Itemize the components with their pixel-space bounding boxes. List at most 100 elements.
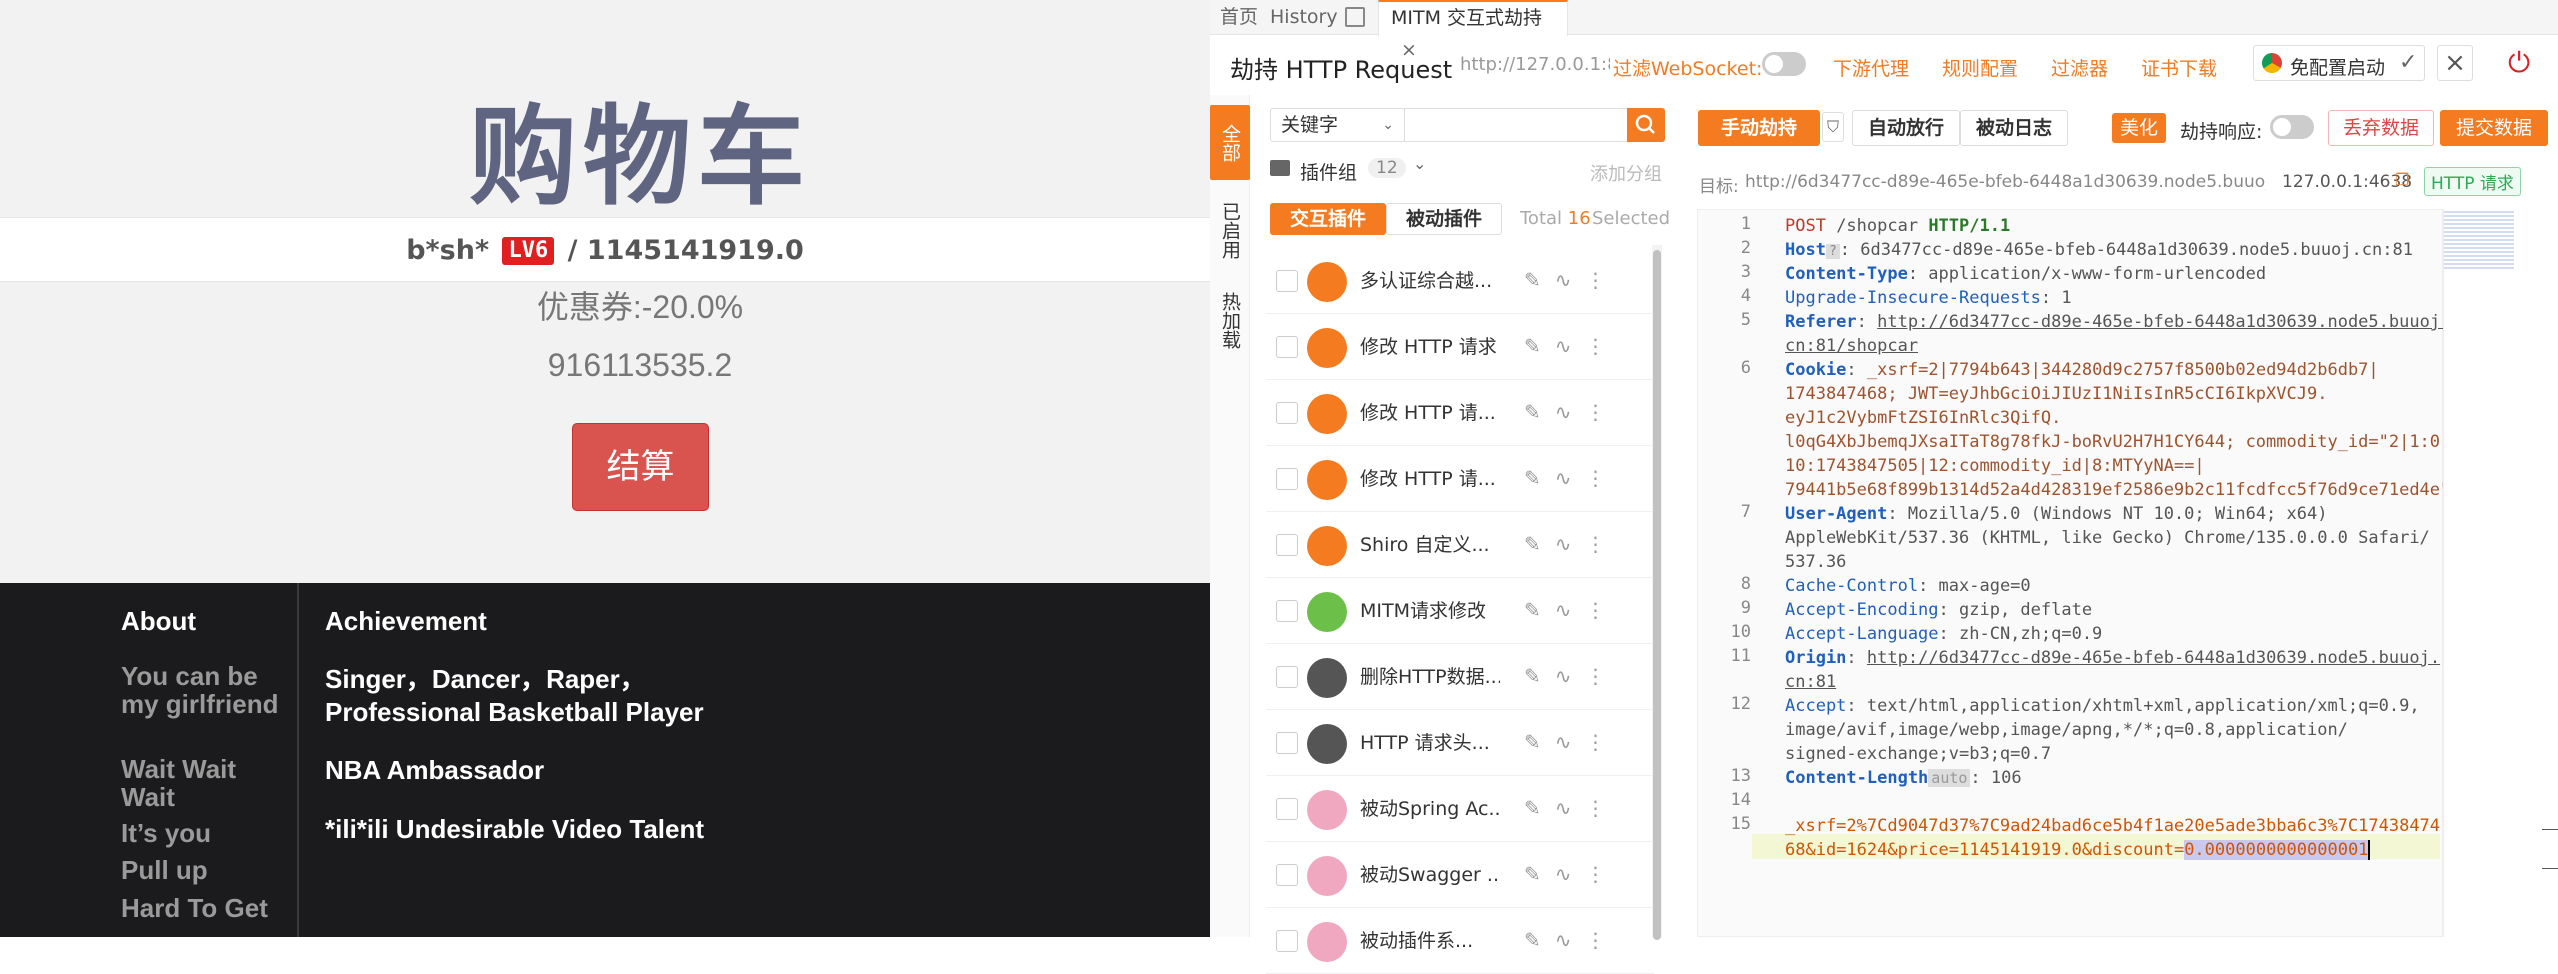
checkout-button[interactable]: 结算 [572, 423, 709, 511]
footer-link[interactable]: Hard To Get [121, 894, 268, 922]
keyword-input[interactable] [1404, 108, 1628, 142]
plugin-avatar-icon [1307, 592, 1347, 632]
rule-config-link[interactable]: 规则配置 [1942, 54, 2018, 81]
target-url: http://6d3477cc-d89e-465e-bfeb-6448a1d30… [1745, 172, 2265, 192]
manual-hijack-button[interactable]: 手动劫持 [1698, 110, 1820, 146]
plugin-item[interactable]: 删除HTTP数据... ✎∿⋮ [1266, 644, 1654, 710]
plugin-checkbox[interactable] [1276, 666, 1298, 688]
table-icon[interactable] [1345, 7, 1365, 27]
shield-icon[interactable]: ⛉ [1822, 112, 1844, 142]
footer-link[interactable]: Wait Wait Wait [121, 755, 281, 811]
search-button[interactable] [1627, 108, 1665, 142]
auto-release-button[interactable]: 自动放行 [1852, 110, 1960, 146]
line-number: 9 [1740, 598, 1751, 618]
add-group-link[interactable]: 添加分组 [1590, 160, 1662, 186]
power-icon[interactable]: ⏻ [2508, 46, 2530, 80]
plugin-actions-icon[interactable]: ✎∿⋮ [1524, 598, 1620, 622]
plugin-checkbox[interactable] [1276, 402, 1298, 424]
submit-data-button[interactable]: 提交数据 [2440, 110, 2548, 146]
close-button[interactable]: × [2437, 45, 2473, 81]
filter-link[interactable]: 过滤器 [2051, 54, 2108, 81]
plugin-checkbox[interactable] [1276, 798, 1298, 820]
downstream-proxy-link[interactable]: 下游代理 [1833, 54, 1909, 81]
header-value: cn:81/shopcar [1785, 336, 1919, 356]
tab-interactive-plugins[interactable]: 交互插件 [1270, 203, 1386, 235]
header-value: 537.36 [1785, 552, 1847, 572]
plugin-group-label[interactable]: 插件组 [1300, 158, 1357, 185]
plugin-item[interactable]: 修改 HTTP 请... ✎∿⋮ [1266, 446, 1654, 512]
tab-mitm[interactable]: MITM 交互式劫持 × [1378, 0, 1568, 61]
cert-download-link[interactable]: 证书下载 [2141, 54, 2217, 81]
filter-websocket-toggle[interactable] [1762, 52, 1806, 76]
request-path: /shopcar [1825, 216, 1929, 236]
plugin-actions-icon[interactable]: ✎∿⋮ [1524, 730, 1620, 754]
plugin-actions-icon[interactable]: ✎∿⋮ [1524, 268, 1620, 292]
plugin-item[interactable]: 修改 HTTP 请求 ✎∿⋮ [1266, 314, 1654, 380]
footer-link[interactable]: You can be my girlfriend [121, 662, 281, 718]
plugin-actions-icon[interactable]: ✎∿⋮ [1524, 862, 1620, 886]
plugin-item[interactable]: 修改 HTTP 请... ✎∿⋮ [1266, 380, 1654, 446]
plugin-checkbox[interactable] [1276, 732, 1298, 754]
footer-link[interactable]: It’s you [121, 819, 211, 847]
plugin-name: Shiro 自定义... [1360, 534, 1490, 556]
plugin-checkbox[interactable] [1276, 930, 1298, 952]
line-number: 7 [1740, 502, 1751, 522]
footer-link[interactable]: Pull up [121, 856, 208, 884]
plugin-name: 修改 HTTP 请... [1360, 402, 1496, 424]
header-line: Upgrade-Insecure-Requests: 1 [1785, 286, 2072, 310]
header-key: Upgrade-Insecure-Requests [1785, 288, 2041, 308]
plugin-avatar-icon [1307, 724, 1347, 764]
launch-label: 免配置启动 [2290, 57, 2386, 79]
plugin-item[interactable]: MITM请求修改 ✎∿⋮ [1266, 578, 1654, 644]
tab-history[interactable]: History [1270, 0, 1338, 35]
sidebar-tab-hotload[interactable]: 热加载 [1210, 285, 1250, 355]
beautify-button[interactable]: 美化 [2112, 113, 2166, 143]
plugin-actions-icon[interactable]: ✎∿⋮ [1524, 334, 1620, 358]
plugin-avatar-icon [1307, 460, 1347, 500]
chevron-down-icon: ⌄ [1382, 117, 1394, 133]
plugin-item[interactable]: 被动Spring Ac... ✎∿⋮ [1266, 776, 1654, 842]
plugin-item[interactable]: 被动Swagger ... ✎∿⋮ [1266, 842, 1654, 908]
plugin-checkbox[interactable] [1276, 600, 1298, 622]
minimap-slider[interactable] [2542, 829, 2558, 869]
plugin-actions-icon[interactable]: ✎∿⋮ [1524, 928, 1620, 952]
plugin-actions-icon[interactable]: ✎∿⋮ [1524, 400, 1620, 424]
plugin-name: 被动Swagger ... [1360, 864, 1500, 886]
plugin-checkbox[interactable] [1276, 270, 1298, 292]
sidebar-tab-enabled[interactable]: 已启用 [1210, 195, 1250, 265]
request-line: POST /shopcar HTTP/1.1 [1785, 214, 2010, 238]
plugin-actions-icon[interactable]: ✎∿⋮ [1524, 532, 1620, 556]
plugin-item[interactable]: 被动插件系... ✎∿⋮ [1266, 908, 1654, 974]
plugin-checkbox[interactable] [1276, 864, 1298, 886]
cookie-value: 10:1743847505|12:commodity_id|8:MTYyNA==… [1785, 456, 2205, 476]
plugin-item[interactable]: Shiro 自定义... ✎∿⋮ [1266, 512, 1654, 578]
body-line: _xsrf=2%7Cd9047d37%7C9ad24bad6ce5b4f1ae2… [1785, 816, 2441, 836]
plugin-actions-icon[interactable]: ✎∿⋮ [1524, 796, 1620, 820]
drop-data-button[interactable]: 丢弃数据 [2328, 110, 2434, 146]
copy-icon[interactable]: ❐ [2395, 170, 2409, 189]
plugin-checkbox[interactable] [1276, 534, 1298, 556]
line-number: 11 [1730, 646, 1751, 666]
header-value: signed-exchange;v=b3;q=0.7 [1785, 744, 2052, 764]
keyword-select[interactable]: 关键字 ⌄ [1270, 108, 1405, 142]
selected-label: Selected [1592, 208, 1671, 229]
header-value: AppleWebKit/537.36 (KHTML, like Gecko) C… [1785, 528, 2430, 548]
plugin-item[interactable]: 多认证综合越... ✎∿⋮ [1266, 248, 1654, 314]
tab-home[interactable]: 首页 [1220, 0, 1258, 35]
header-value: : text/html,application/xhtml+xml,applic… [1846, 696, 2420, 716]
scrollbar-thumb[interactable] [1653, 250, 1661, 940]
sidebar-tab-all[interactable]: 全部 [1210, 105, 1250, 180]
tab-mitm-label: MITM 交互式劫持 [1391, 7, 1543, 29]
tab-passive-plugins[interactable]: 被动插件 [1386, 203, 1502, 235]
launch-browser-button[interactable]: 免配置启动 ✓ [2253, 45, 2425, 81]
passive-log-button[interactable]: 被动日志 [1960, 110, 2068, 146]
plugin-actions-icon[interactable]: ✎∿⋮ [1524, 664, 1620, 688]
chrome-icon [2262, 53, 2282, 73]
hijack-response-toggle[interactable] [2270, 115, 2314, 139]
plugin-checkbox[interactable] [1276, 336, 1298, 358]
plugin-item[interactable]: HTTP 请求头... ✎∿⋮ [1266, 710, 1654, 776]
editor-minimap[interactable] [2443, 209, 2558, 937]
plugin-actions-icon[interactable]: ✎∿⋮ [1524, 466, 1620, 490]
chevron-down-icon[interactable]: ⌄ [1413, 154, 1426, 173]
plugin-checkbox[interactable] [1276, 468, 1298, 490]
